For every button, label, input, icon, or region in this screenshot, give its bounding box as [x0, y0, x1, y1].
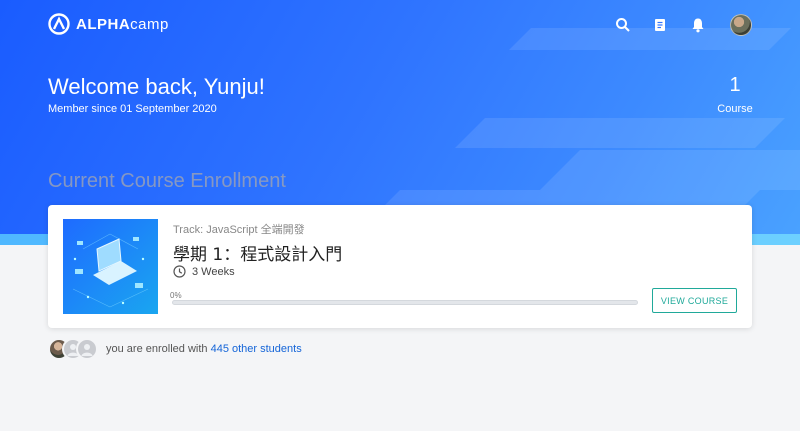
decor-plane	[540, 150, 800, 190]
section-title: Current Course Enrollment	[48, 170, 286, 192]
search-icon[interactable]	[614, 16, 632, 34]
user-avatar[interactable]	[730, 14, 752, 36]
course-track: Track: JavaScript 全端開發	[173, 224, 305, 236]
course-card: Track: JavaScript 全端開發 學期 1：程式設計入門 3 Wee…	[48, 205, 752, 328]
person-icon	[81, 344, 93, 356]
course-thumbnail[interactable]	[63, 219, 158, 314]
topbar: ALPHAcamp	[0, 0, 800, 50]
brand-name: ALPHAcamp	[76, 15, 169, 33]
alphacamp-logo-icon	[48, 13, 70, 35]
decor-plane	[455, 118, 785, 148]
enrolled-prefix: you are enrolled with	[106, 343, 208, 355]
enrolled-text: you are enrolled with 445 other students	[106, 343, 302, 355]
duration-text: 3 Weeks	[192, 265, 235, 278]
course-count: 1	[729, 74, 741, 96]
clock-icon	[173, 265, 186, 278]
progress-percent: 0%	[170, 291, 182, 300]
course-duration: 3 Weeks	[173, 265, 235, 278]
other-students-link[interactable]: 445 other students	[211, 343, 302, 355]
progress-bar	[172, 300, 638, 305]
course-count-label: Course	[717, 103, 753, 115]
enrolled-students: you are enrolled with 445 other students	[48, 338, 302, 360]
member-since: Member since 01 September 2020	[48, 103, 217, 115]
notebook-icon[interactable]	[651, 16, 669, 34]
bell-icon[interactable]	[689, 16, 707, 34]
student-avatar[interactable]	[76, 338, 98, 360]
course-title[interactable]: 學期 1：程式設計入門	[173, 240, 342, 265]
brand-logo[interactable]: ALPHAcamp	[48, 13, 169, 35]
welcome-heading: Welcome back, Yunju!	[48, 74, 265, 99]
view-course-button[interactable]: VIEW COURSE	[652, 288, 737, 313]
